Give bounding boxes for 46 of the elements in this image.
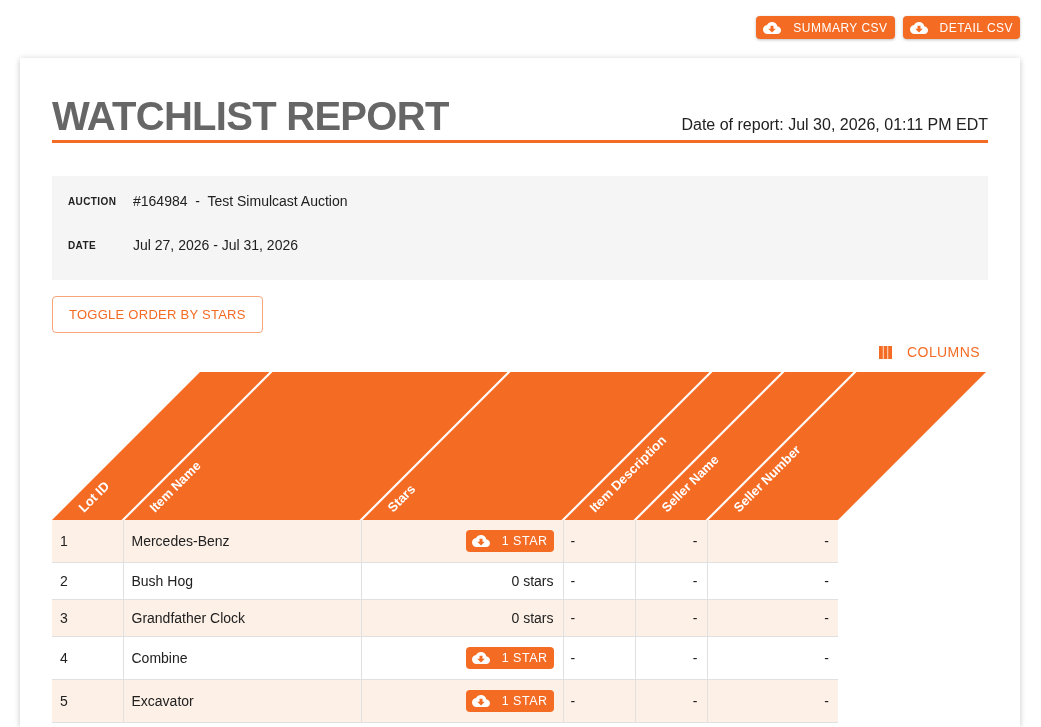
report-title: WATCHLIST REPORT bbox=[52, 95, 449, 137]
table-cell: - bbox=[563, 636, 635, 680]
columns-icon bbox=[879, 345, 893, 359]
cloud-download-icon bbox=[909, 21, 928, 34]
cloud-download-icon bbox=[471, 652, 490, 664]
table-cell: - bbox=[563, 562, 635, 600]
table-cell: - bbox=[635, 562, 707, 600]
table-cell: - bbox=[707, 599, 838, 637]
detail-label: DATE bbox=[68, 238, 98, 253]
table-cell: - bbox=[635, 520, 707, 563]
cloud-download-icon bbox=[471, 535, 490, 547]
report-date: Date of report: Jul 30, 2026, 01:11 PM EDT bbox=[681, 115, 988, 135]
cloud-download-icon bbox=[763, 21, 782, 34]
table-cell: - bbox=[707, 636, 838, 680]
toggle-order-button[interactable]: TOGGLE ORDER BY STARS bbox=[52, 296, 263, 333]
star-count-button[interactable]: 1 STAR bbox=[465, 690, 554, 712]
table-cell: Mercedes-Benz bbox=[123, 520, 361, 563]
export-csv-button[interactable]: SUMMARY CSV bbox=[756, 16, 895, 39]
table-cell: - bbox=[635, 679, 707, 723]
detail-value: #164984 - Test Simulcast Auction bbox=[133, 191, 348, 211]
star-count-button[interactable]: 1 STAR bbox=[465, 530, 554, 552]
table-cell: - bbox=[563, 679, 635, 723]
table-cell: 0 stars bbox=[361, 599, 563, 637]
detail-value: Jul 27, 2026 - Jul 31, 2026 bbox=[133, 235, 298, 255]
table-cell: 0 stars bbox=[361, 562, 563, 600]
table-cell: - bbox=[707, 562, 838, 600]
export-csv-button[interactable]: DETAIL CSV bbox=[902, 16, 1020, 39]
table-cell: - bbox=[635, 599, 707, 637]
table-cell: 5 bbox=[52, 679, 123, 723]
table-cell: Combine bbox=[123, 636, 361, 680]
table-cell: 3 bbox=[52, 599, 123, 637]
table-cell: - bbox=[707, 679, 838, 723]
star-count-button[interactable]: 1 STAR bbox=[465, 647, 554, 669]
cloud-download-icon bbox=[471, 695, 490, 707]
table-cell: - bbox=[563, 599, 635, 637]
table-cell: - bbox=[707, 520, 838, 563]
table-cell: Bush Hog bbox=[123, 562, 361, 600]
table-cell: 2 bbox=[52, 562, 123, 600]
table-cell: - bbox=[563, 520, 635, 563]
table-cell: Grandfather Clock bbox=[123, 599, 361, 637]
table-cell: 4 bbox=[52, 636, 123, 680]
detail-label: AUCTION bbox=[68, 194, 118, 209]
columns-button[interactable]: COLUMNS bbox=[879, 342, 980, 362]
table-cell: 1 bbox=[52, 520, 123, 563]
table-cell: Excavator bbox=[123, 679, 361, 723]
table-cell: - bbox=[635, 636, 707, 680]
